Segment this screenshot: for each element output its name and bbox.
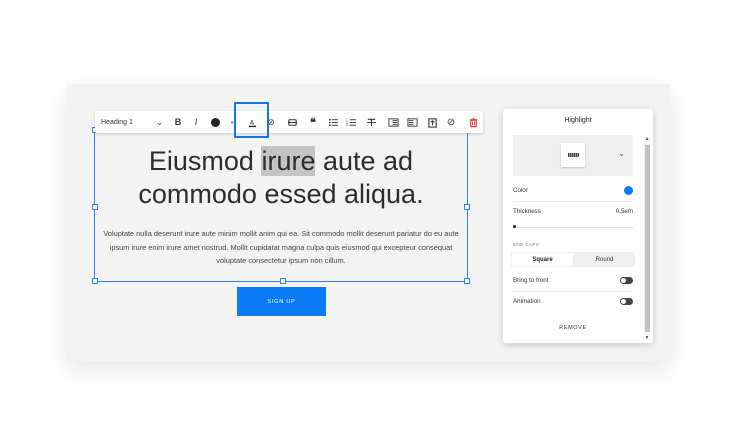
bring-to-front-row: Bring to front — [513, 277, 633, 284]
scroll-down-icon[interactable]: ▼ — [644, 335, 650, 341]
text-style-value: Heading 1 — [101, 118, 133, 126]
heading-text-start: Eiusmod — [148, 146, 262, 176]
indent-decrease-icon[interactable] — [385, 114, 401, 130]
resize-handle[interactable] — [92, 278, 98, 284]
scrollbar-thumb[interactable] — [645, 145, 650, 332]
italic-icon[interactable]: I — [188, 114, 204, 130]
clear-format-icon[interactable]: ⊘ — [443, 114, 459, 130]
chevron-down-icon: ⌄ — [156, 117, 163, 127]
animation-row: Animation — [513, 298, 633, 305]
bring-to-front-label: Bring to front — [513, 277, 549, 284]
page-heading[interactable]: Eiusmod irure aute ad commodo essed aliq… — [94, 145, 468, 211]
color-row[interactable]: Color — [513, 186, 633, 195]
numbered-list-icon[interactable]: 123 — [343, 114, 359, 130]
strikethrough-bar-icon[interactable] — [284, 114, 300, 130]
end-caps-selector: Square Round — [511, 252, 635, 267]
bullet-list-icon[interactable] — [325, 114, 341, 130]
color-label: Color — [513, 187, 528, 194]
highlight-panel: Highlight ⌄ Color Thickness 0.5em END CA… — [503, 109, 653, 343]
bring-to-front-toggle[interactable] — [620, 277, 633, 284]
sign-up-button[interactable]: SIGN UP — [237, 287, 326, 316]
insert-block-icon[interactable] — [424, 114, 440, 130]
remove-button[interactable]: REMOVE — [503, 325, 643, 331]
divider — [513, 201, 633, 202]
end-caps-label: END CAPS — [513, 242, 540, 247]
color-swatch[interactable] — [624, 186, 633, 195]
indent-increase-icon[interactable] — [404, 114, 420, 130]
style-preview-dropdown[interactable]: ⌄ — [513, 135, 633, 176]
end-caps-round[interactable]: Round — [574, 252, 635, 267]
scroll-up-icon[interactable]: ▲ — [644, 136, 650, 142]
end-caps-square[interactable]: Square — [512, 253, 573, 266]
text-style-select[interactable]: Heading 1 ⌄ — [101, 118, 163, 127]
thickness-row: Thickness 0.5em — [513, 208, 633, 215]
animation-toggle[interactable] — [620, 298, 633, 305]
animation-label: Animation — [513, 298, 541, 305]
color-icon[interactable] — [207, 114, 223, 130]
divider — [513, 291, 633, 292]
quote-icon[interactable]: ❝ — [305, 114, 321, 130]
thickness-label: Thickness — [513, 208, 541, 215]
thickness-value: 0.5em — [615, 208, 633, 215]
bold-icon[interactable]: B — [170, 114, 186, 130]
resize-handle[interactable] — [280, 278, 286, 284]
highlight-style-preview — [561, 143, 585, 167]
chevron-down-icon: ⌄ — [618, 149, 625, 158]
thickness-slider[interactable] — [513, 227, 633, 228]
delete-icon[interactable] — [465, 114, 481, 130]
heading-highlighted-text: irure — [261, 146, 316, 176]
svg-text:3: 3 — [346, 123, 348, 127]
resize-handle[interactable] — [464, 278, 470, 284]
strikethrough-icon[interactable] — [363, 114, 379, 130]
body-paragraph[interactable]: Voluptate nulla deserunt irure aute mini… — [94, 227, 468, 268]
panel-title: Highlight — [564, 117, 592, 124]
active-tool-highlight — [234, 102, 269, 138]
thickness-slider-knob[interactable] — [513, 225, 516, 228]
